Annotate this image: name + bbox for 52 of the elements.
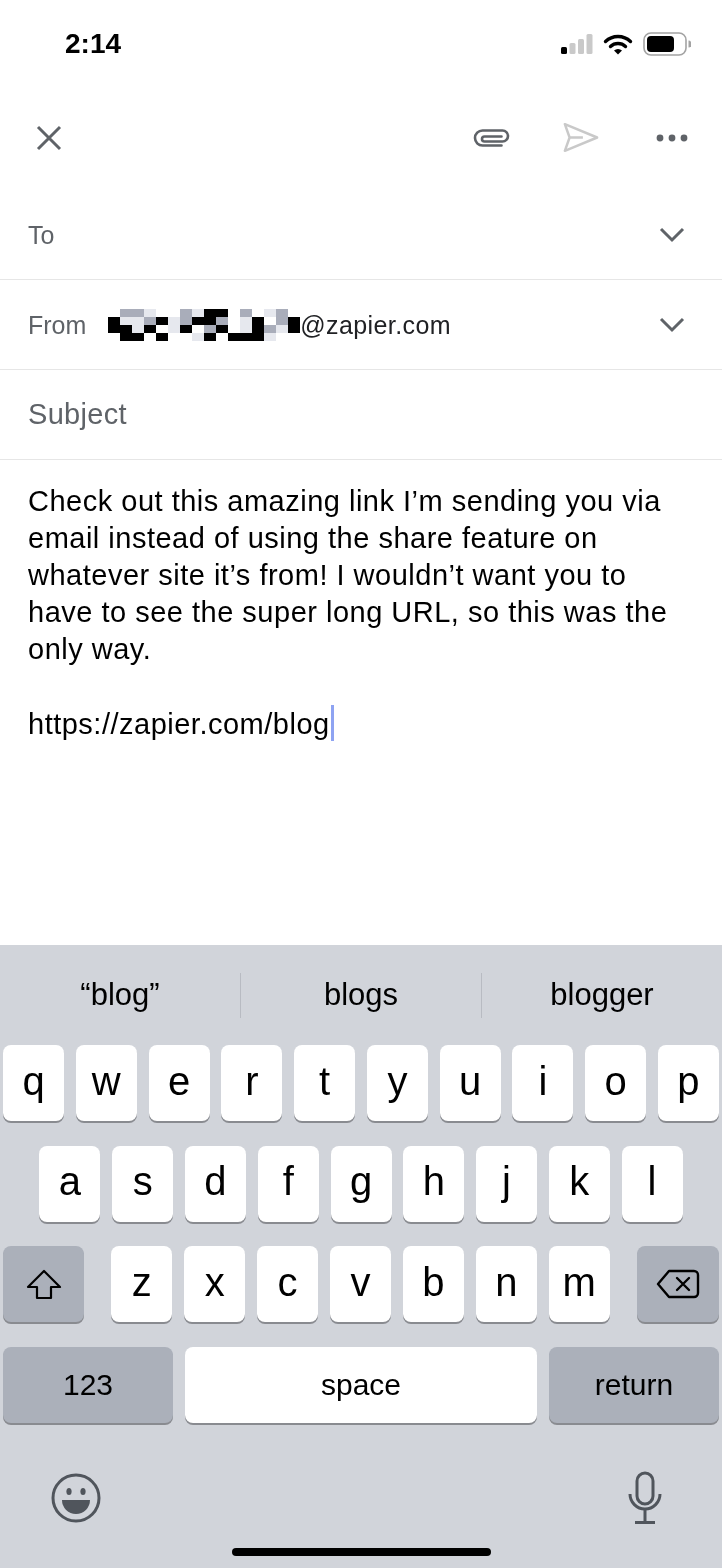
letter-key[interactable]: p [657, 1045, 719, 1121]
letter-key[interactable]: t [294, 1045, 356, 1121]
letter-key[interactable]: b [402, 1246, 464, 1322]
letter-key[interactable]: n [475, 1246, 537, 1322]
field-label: From [28, 309, 87, 340]
shift-key[interactable] [3, 1246, 84, 1322]
more-options-icon[interactable] [656, 133, 688, 142]
letter-key[interactable]: l [621, 1145, 683, 1222]
letter-key[interactable]: c [257, 1246, 319, 1322]
message-body-field[interactable]: Check out this amazing link I’m sending you via email instead of using the share feature on whatever site it’s from! I wouldn’t want you to have to see the super long URL, so this was the only way. https://zapier.com/blog [0, 460, 722, 945]
letter-key[interactable]: m [548, 1246, 610, 1322]
wifi-icon [603, 33, 633, 55]
letter-key[interactable]: g [330, 1145, 392, 1222]
letter-key[interactable]: y [366, 1045, 428, 1121]
paperclip-icon[interactable] [473, 127, 511, 148]
signal-bars-icon [561, 34, 593, 54]
subject-field[interactable]: Subject [28, 394, 685, 435]
autocomplete-suggestion[interactable]: blogger [550, 975, 654, 1015]
letter-key[interactable]: r [221, 1045, 283, 1121]
field-label: To [28, 219, 55, 250]
letter-key[interactable]: j [476, 1145, 538, 1222]
letter-key[interactable]: d [184, 1145, 246, 1222]
letter-key[interactable]: w [75, 1045, 137, 1121]
letter-key[interactable]: u [439, 1045, 501, 1121]
letter-key[interactable]: h [403, 1145, 465, 1222]
letter-key[interactable]: x [184, 1246, 246, 1322]
letter-key[interactable]: f [257, 1145, 319, 1222]
status-time: 2:14 [65, 27, 122, 61]
chevron-down-icon[interactable] [659, 316, 685, 333]
close-icon[interactable] [36, 124, 62, 151]
letter-key[interactable]: q [3, 1045, 65, 1121]
return-key[interactable]: return [549, 1346, 719, 1423]
space-key[interactable]: space [184, 1346, 538, 1423]
backspace-key[interactable] [637, 1246, 719, 1322]
autocomplete-suggestion[interactable]: “blog” [80, 975, 160, 1015]
letter-key[interactable]: v [330, 1246, 391, 1322]
autocomplete-suggestion[interactable]: blogs [323, 975, 399, 1015]
microphone-icon[interactable] [626, 1470, 664, 1525]
sender-address: @zapier.com [300, 309, 451, 340]
chevron-down-icon[interactable] [659, 226, 685, 243]
letter-key[interactable]: k [548, 1145, 610, 1222]
battery-icon [643, 32, 691, 56]
letter-key[interactable]: a [39, 1145, 101, 1222]
shift-arrow-icon [25, 1268, 62, 1300]
numbers-key[interactable]: 123 [3, 1346, 173, 1423]
letter-key[interactable]: i [512, 1045, 574, 1121]
smiley-face-icon[interactable] [51, 1472, 101, 1523]
backspace-icon [656, 1269, 700, 1299]
letter-key[interactable]: o [585, 1045, 647, 1121]
letter-key[interactable]: z [111, 1246, 173, 1322]
letter-key[interactable]: e [148, 1045, 210, 1121]
letter-key[interactable]: s [112, 1145, 174, 1222]
